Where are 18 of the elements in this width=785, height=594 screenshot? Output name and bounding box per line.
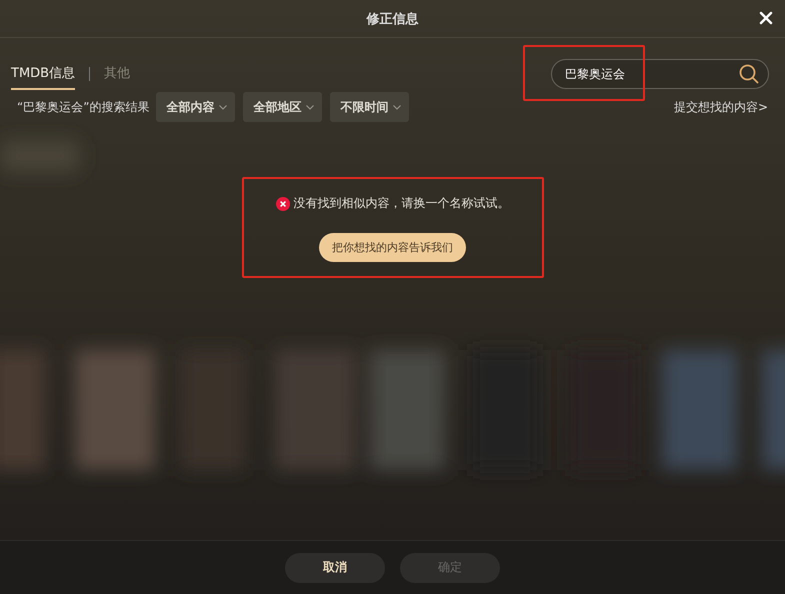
window-title: 修正信息	[366, 10, 418, 28]
caret-icon	[219, 104, 228, 110]
submit-link[interactable]: 提交想找的内容>	[674, 98, 768, 116]
tab[interactable]: 其他	[104, 58, 130, 90]
filter-dropdown[interactable]: 全部地区	[243, 92, 322, 122]
close-icon[interactable]	[759, 11, 773, 25]
filter-dropdown[interactable]: 全部内容	[156, 92, 236, 122]
empty-message: 没有找到相似内容，请换一个名称试试。	[294, 195, 510, 212]
tell-us-button[interactable]: 把你想找的内容告诉我们	[319, 233, 466, 262]
caret-icon	[306, 104, 314, 110]
search-field[interactable]: 巴黎奥运会	[551, 59, 769, 89]
error-icon	[276, 196, 290, 210]
search-icon[interactable]	[739, 64, 759, 84]
results-label: “巴黎奥运会”的搜索结果	[17, 98, 150, 116]
caret-icon	[393, 104, 402, 110]
cancel-button[interactable]: 取消	[285, 552, 385, 582]
tab[interactable]: TMDB信息	[11, 58, 76, 90]
filter-dropdown[interactable]: 不限时间	[330, 92, 410, 122]
